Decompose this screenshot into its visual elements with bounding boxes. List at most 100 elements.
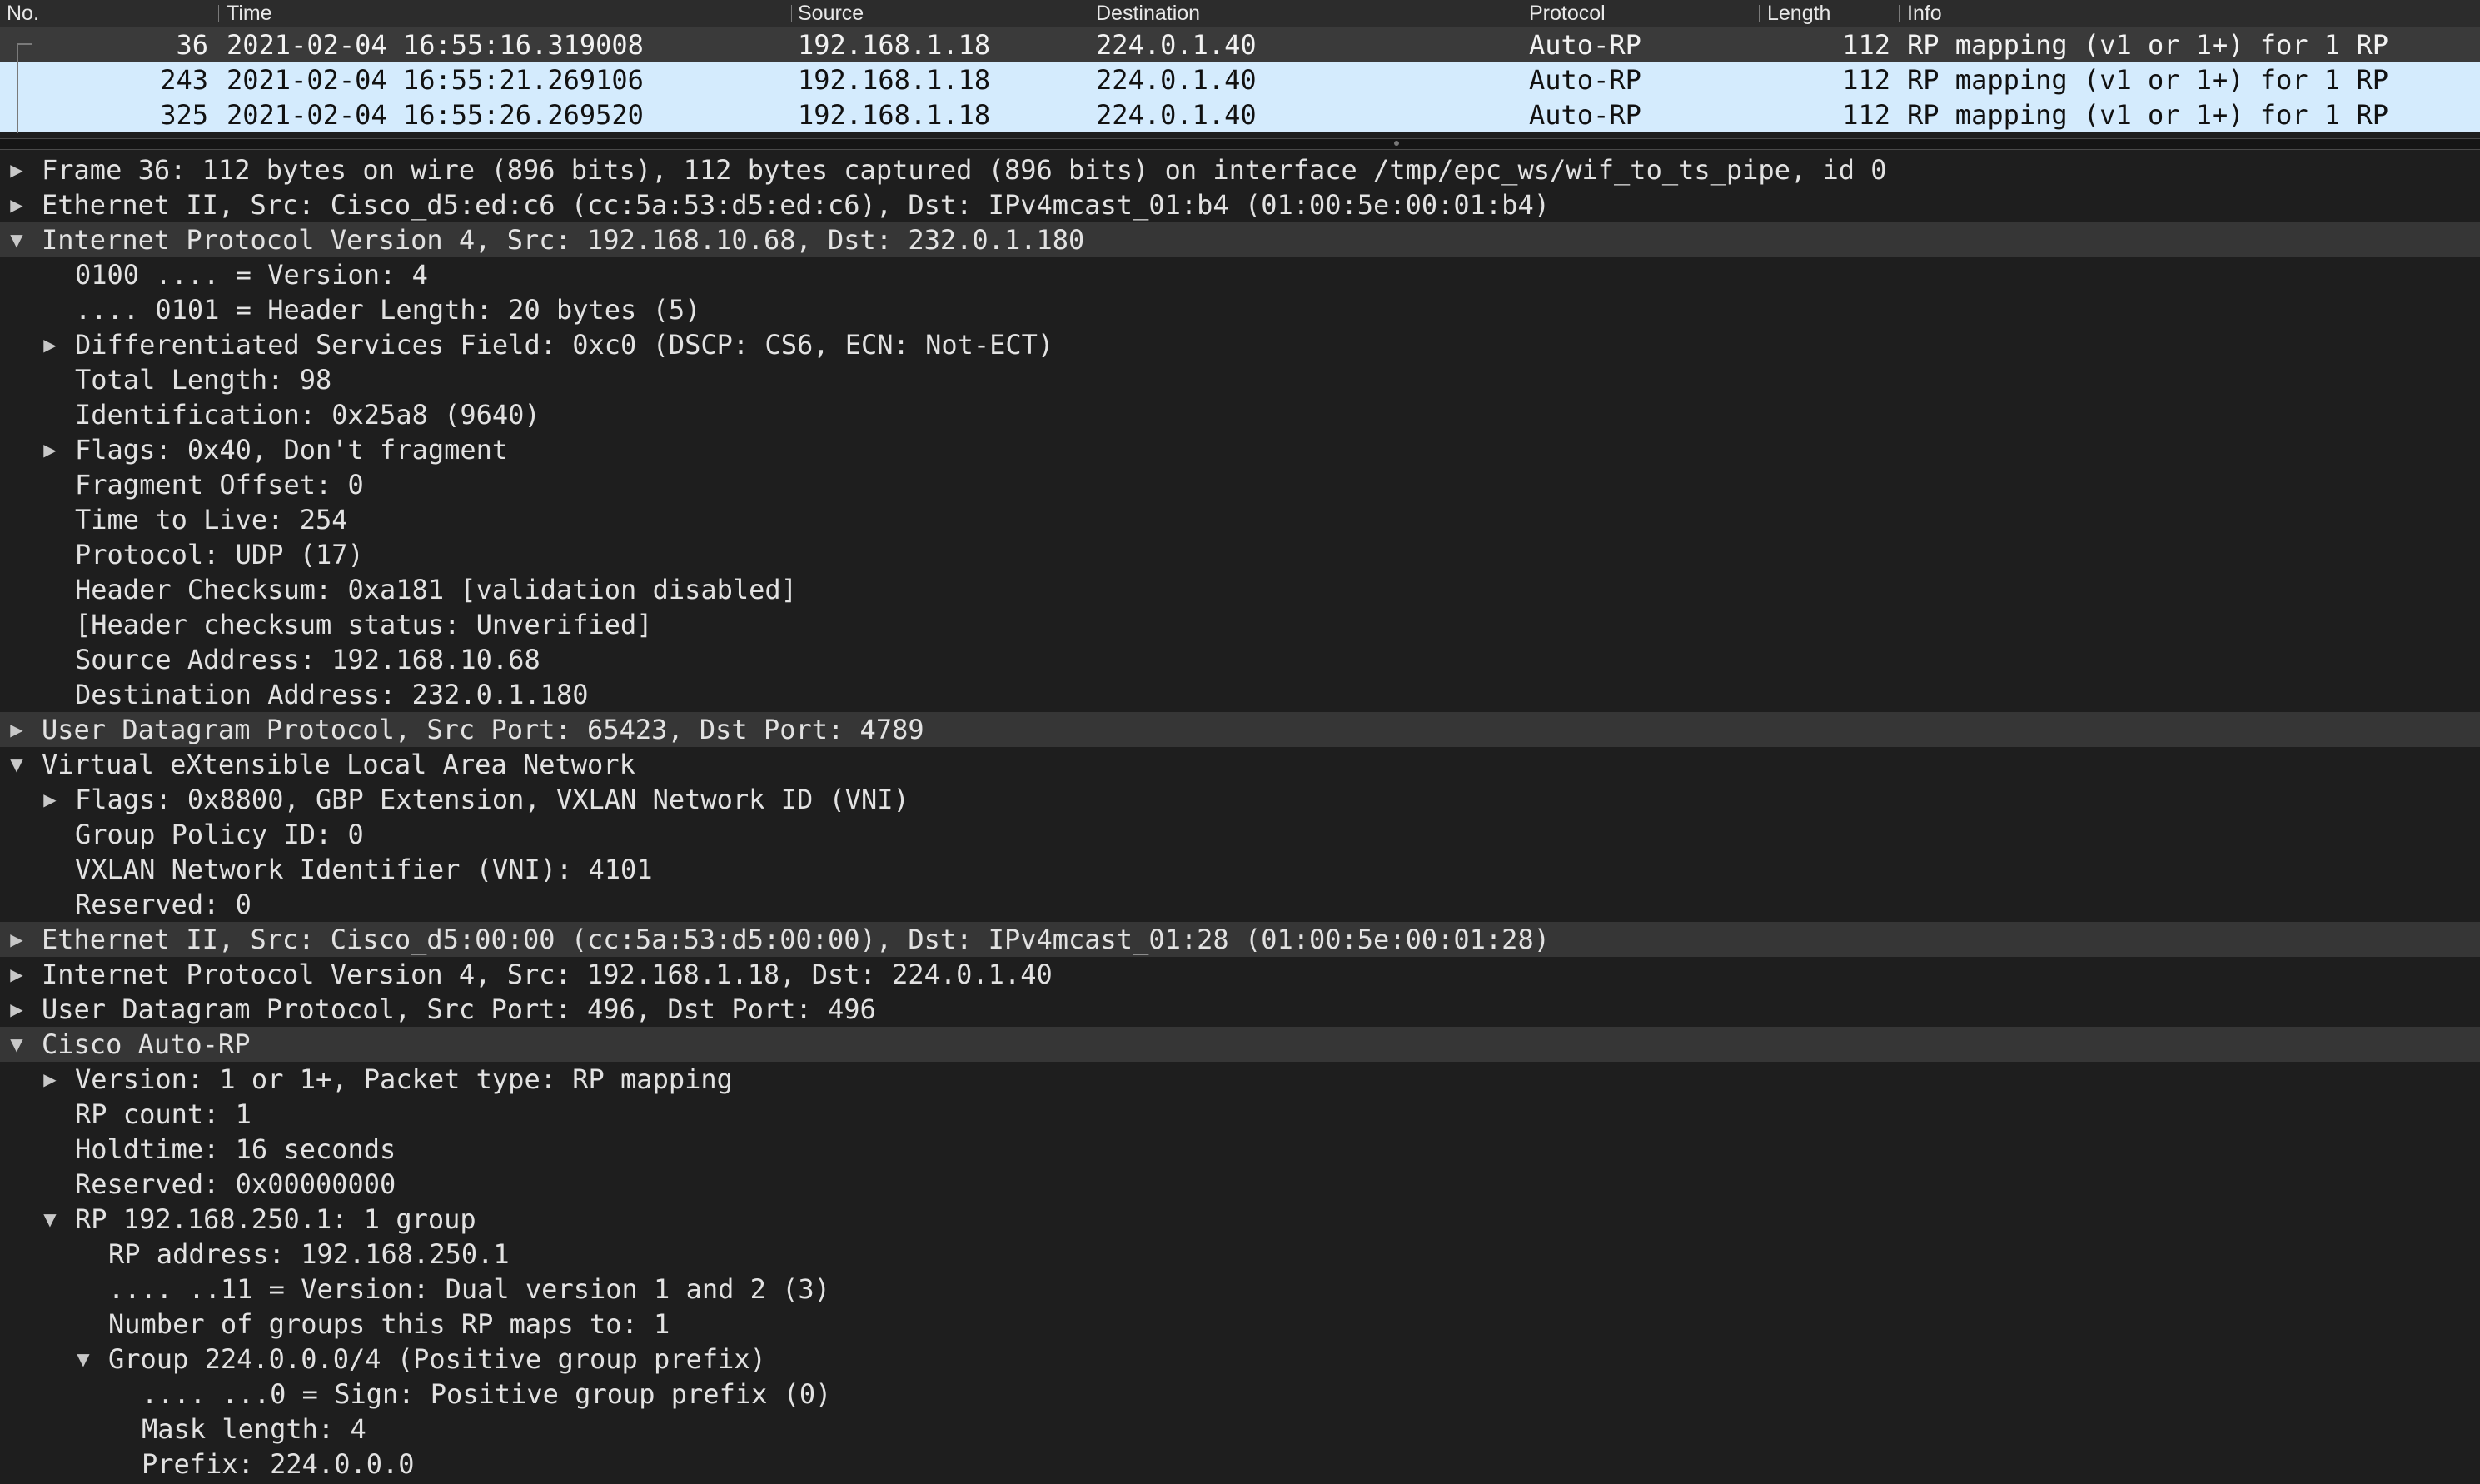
column-source[interactable]: Source <box>798 0 864 27</box>
triangle-down-icon[interactable]: ▼ <box>7 222 27 257</box>
tree-item-level-1[interactable]: ▶ Version: 1 or 1+, Packet type: RP mappi… <box>0 1062 2480 1097</box>
tree-item-level-1[interactable]: Time to Live: 254 <box>0 502 2480 537</box>
packet-cell-protocol: Auto-RP <box>1529 64 1641 96</box>
column-separator[interactable] <box>791 5 792 22</box>
tree-item-level-0[interactable]: ▶ Frame 36: 112 bytes on wire (896 bits),… <box>0 152 2480 187</box>
column-separator[interactable] <box>218 5 219 22</box>
triangle-right-icon[interactable]: ▶ <box>7 712 27 747</box>
tree-item-level-2[interactable]: RP address: 192.168.250.1 <box>0 1237 2480 1272</box>
packet-cell-destination: 224.0.1.40 <box>1096 99 1257 131</box>
tree-item-level-1[interactable]: [Header checksum status: Unverified] <box>0 607 2480 642</box>
packet-cell-source: 192.168.1.18 <box>798 99 991 131</box>
tree-item-level-1[interactable]: Total Length: 98 <box>0 362 2480 397</box>
packet-cell-length: 112 <box>1842 99 1890 131</box>
packet-row[interactable]: 325 2021-02-04 16:55:26.269520 192.168.1.1… <box>0 97 2480 132</box>
tree-item-level-1[interactable]: ▼ RP 192.168.250.1: 1 group <box>0 1202 2480 1237</box>
tree-item-level-0[interactable]: ▶ User Datagram Protocol, Src Port: 496, … <box>0 992 2480 1027</box>
packet-row[interactable]: 36 2021-02-04 16:55:16.319008 192.168.1.18… <box>0 27 2480 62</box>
tree-item-label: Holdtime: 16 seconds <box>75 1133 396 1165</box>
column-protocol[interactable]: Protocol <box>1529 0 1606 27</box>
tree-item-level-2[interactable]: ▼ Group 224.0.0.0/4 (Positive group prefi… <box>0 1342 2480 1377</box>
packet-cell-destination: 224.0.1.40 <box>1096 29 1257 61</box>
tree-item-label: Identification: 0x25a8 (9640) <box>75 399 540 431</box>
packet-list[interactable]: No. Time Source Destination Protocol Len… <box>0 0 2480 138</box>
tree-item-level-2[interactable]: Number of groups this RP maps to: 1 <box>0 1307 2480 1342</box>
tree-item-level-3[interactable]: Mask length: 4 <box>0 1412 2480 1447</box>
tree-item-level-1[interactable]: ▶ Flags: 0x8800, GBP Extension, VXLAN Net… <box>0 782 2480 817</box>
triangle-down-icon[interactable]: ▼ <box>7 747 27 782</box>
tree-item-level-1[interactable]: ▶ Flags: 0x40, Don't fragment <box>0 432 2480 467</box>
tree-item-level-2[interactable]: .... ..11 = Version: Dual version 1 and … <box>0 1272 2480 1307</box>
splitter-handle-icon[interactable] <box>1394 141 1399 146</box>
packet-cell-time: 2021-02-04 16:55:21.269106 <box>227 64 644 96</box>
tree-item-label: Cisco Auto-RP <box>42 1028 251 1060</box>
packet-cell-no: 243 <box>160 64 208 96</box>
triangle-down-icon[interactable]: ▼ <box>7 1027 27 1062</box>
column-length[interactable]: Length <box>1767 0 1830 27</box>
tree-item-level-1[interactable]: Reserved: 0x00000000 <box>0 1167 2480 1202</box>
packet-cell-time: 2021-02-04 16:55:16.319008 <box>227 29 644 61</box>
tree-item-level-1[interactable]: Reserved: 0 <box>0 887 2480 922</box>
column-info[interactable]: Info <box>1907 0 1942 27</box>
tree-item-level-1[interactable]: VXLAN Network Identifier (VNI): 4101 <box>0 852 2480 887</box>
tree-item-level-1[interactable]: Source Address: 192.168.10.68 <box>0 642 2480 677</box>
packet-cell-protocol: Auto-RP <box>1529 29 1641 61</box>
triangle-right-icon[interactable]: ▶ <box>7 992 27 1027</box>
pane-divider[interactable] <box>0 138 2480 150</box>
triangle-right-icon[interactable]: ▶ <box>7 922 27 957</box>
tree-item-label: Destination Address: 232.0.1.180 <box>75 679 589 710</box>
packet-row[interactable]: 243 2021-02-04 16:55:21.269106 192.168.1.1… <box>0 62 2480 97</box>
tree-item-level-1[interactable]: Header Checksum: 0xa181 [validation disa… <box>0 572 2480 607</box>
tree-item-level-1[interactable]: Destination Address: 232.0.1.180 <box>0 677 2480 712</box>
tree-item-level-0[interactable]: ▶ Ethernet II, Src: Cisco_d5:00:00 (cc:5a… <box>0 922 2480 957</box>
tree-item-level-1[interactable]: RP count: 1 <box>0 1097 2480 1132</box>
tree-item-level-0[interactable]: ▶ User Datagram Protocol, Src Port: 65423… <box>0 712 2480 747</box>
column-separator[interactable] <box>1759 5 1760 22</box>
tree-item-label: Time to Live: 254 <box>75 504 348 535</box>
column-time[interactable]: Time <box>227 0 272 27</box>
tree-item-level-1[interactable]: Protocol: UDP (17) <box>0 537 2480 572</box>
tree-item-level-3[interactable]: Prefix: 224.0.0.0 <box>0 1447 2480 1482</box>
packet-cell-length: 112 <box>1842 64 1890 96</box>
tree-item-level-0[interactable]: ▶ Ethernet II, Src: Cisco_d5:ed:c6 (cc:5a… <box>0 187 2480 222</box>
tree-item-label: Mask length: 4 <box>142 1413 366 1445</box>
tree-item-level-0[interactable]: ▼ Internet Protocol Version 4, Src: 192.1… <box>0 222 2480 257</box>
packet-details-tree[interactable]: ▶ Frame 36: 112 bytes on wire (896 bits),… <box>0 152 2480 1484</box>
tree-item-level-1[interactable]: Holdtime: 16 seconds <box>0 1132 2480 1167</box>
triangle-down-icon[interactable]: ▼ <box>40 1202 60 1237</box>
tree-item-level-1[interactable]: 0100 .... = Version: 4 <box>0 257 2480 292</box>
triangle-right-icon[interactable]: ▶ <box>7 957 27 992</box>
triangle-right-icon[interactable]: ▶ <box>7 152 27 187</box>
packet-cell-time: 2021-02-04 16:55:26.269520 <box>227 99 644 131</box>
packet-cell-info: RP mapping (v1 or 1+) for 1 RP <box>1907 29 2388 61</box>
triangle-right-icon[interactable]: ▶ <box>40 327 60 362</box>
triangle-right-icon[interactable]: ▶ <box>40 432 60 467</box>
column-destination[interactable]: Destination <box>1096 0 1200 27</box>
tree-item-level-1[interactable]: Group Policy ID: 0 <box>0 817 2480 852</box>
tree-item-level-1[interactable]: .... 0101 = Header Length: 20 bytes (5) <box>0 292 2480 327</box>
tree-item-label: Internet Protocol Version 4, Src: 192.16… <box>42 224 1085 256</box>
tree-item-level-0[interactable]: ▼ Virtual eXtensible Local Area Network <box>0 747 2480 782</box>
triangle-right-icon[interactable]: ▶ <box>40 782 60 817</box>
tree-item-level-1[interactable]: Fragment Offset: 0 <box>0 467 2480 502</box>
triangle-down-icon[interactable]: ▼ <box>73 1342 93 1377</box>
tree-item-level-3[interactable]: .... ...0 = Sign: Positive group prefix … <box>0 1377 2480 1412</box>
tree-item-level-0[interactable]: ▼ Cisco Auto-RP <box>0 1027 2480 1062</box>
tree-item-level-1[interactable]: ▶ Differentiated Services Field: 0xc0 (DS… <box>0 327 2480 362</box>
packet-cell-no: 325 <box>160 99 208 131</box>
column-no[interactable]: No. <box>7 0 39 27</box>
tree-item-label: Flags: 0x8800, GBP Extension, VXLAN Netw… <box>75 784 909 815</box>
triangle-right-icon[interactable]: ▶ <box>40 1062 60 1097</box>
tree-item-label: Fragment Offset: 0 <box>75 469 364 500</box>
triangle-right-icon[interactable]: ▶ <box>7 187 27 222</box>
tree-item-label: .... ..11 = Version: Dual version 1 and … <box>108 1273 830 1305</box>
tree-item-label: Number of groups this RP maps to: 1 <box>108 1308 670 1340</box>
tree-item-label: Version: 1 or 1+, Packet type: RP mappin… <box>75 1063 733 1095</box>
column-separator[interactable] <box>1899 5 1900 22</box>
tree-item-level-0[interactable]: ▶ Internet Protocol Version 4, Src: 192.1… <box>0 957 2480 992</box>
tree-item-label: VXLAN Network Identifier (VNI): 4101 <box>75 854 653 885</box>
tree-item-level-1[interactable]: Identification: 0x25a8 (9640) <box>0 397 2480 432</box>
tree-item-label: Total Length: 98 <box>75 364 332 396</box>
tree-item-label: Ethernet II, Src: Cisco_d5:ed:c6 (cc:5a:… <box>42 189 1550 221</box>
tree-item-label: Reserved: 0 <box>75 889 251 920</box>
